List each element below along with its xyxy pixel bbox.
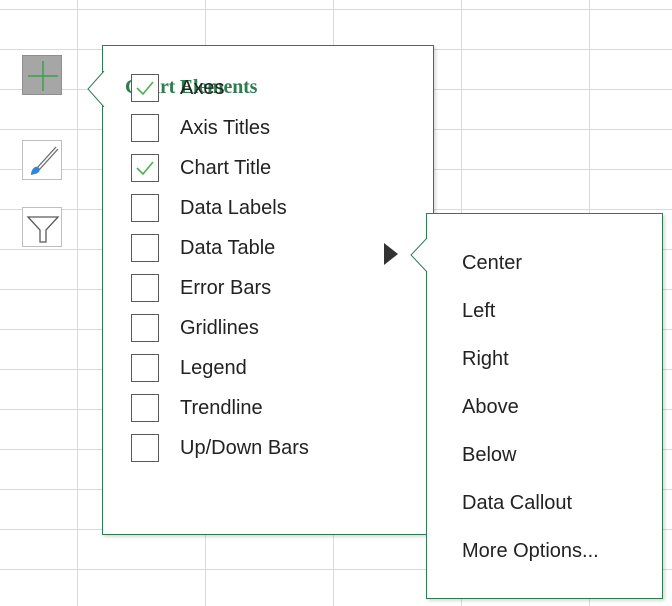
funnel-icon — [26, 216, 60, 243]
checkbox[interactable] — [131, 114, 159, 142]
chart-element-up-down-bars[interactable]: Up/Down Bars — [131, 431, 391, 465]
submenu-arrow-icon[interactable] — [384, 243, 398, 265]
chart-element-label: Data Labels — [180, 196, 287, 219]
chart-elements-flyout: Chart Elements Axes Axis Titles Chart Titl… — [102, 45, 434, 535]
checkbox[interactable] — [131, 234, 159, 262]
checkmark-icon — [136, 81, 154, 96]
checkbox[interactable] — [131, 354, 159, 382]
submenu-item-below[interactable]: Below — [462, 443, 516, 467]
chart-element-label: Axes — [180, 76, 225, 99]
chart-element-data-labels[interactable]: Data Labels — [131, 191, 391, 225]
chart-element-label: Data Table — [180, 236, 276, 259]
chart-element-chart-title[interactable]: Chart Title — [131, 151, 391, 185]
chart-element-label: Chart Title — [180, 156, 272, 179]
chart-element-label: Trendline — [180, 396, 263, 419]
submenu-item-above[interactable]: Above — [462, 395, 519, 419]
checkbox[interactable] — [131, 74, 159, 102]
chart-styles-button[interactable] — [22, 140, 62, 180]
submenu-item-left[interactable]: Left — [462, 299, 495, 323]
submenu-item-more-options[interactable]: More Options... — [462, 539, 599, 563]
flyout-pointer — [87, 71, 105, 107]
chart-element-gridlines[interactable]: Gridlines — [131, 311, 391, 345]
checkbox[interactable] — [131, 274, 159, 302]
chart-filters-button[interactable] — [22, 207, 62, 247]
chart-element-label: Axis Titles — [180, 116, 271, 139]
paintbrush-icon — [31, 146, 59, 175]
chart-element-label: Up/Down Bars — [180, 436, 309, 459]
chart-elements-button[interactable] — [22, 55, 62, 95]
chart-element-legend[interactable]: Legend — [131, 351, 391, 385]
chart-element-label: Legend — [180, 356, 247, 379]
checkmark-icon — [136, 161, 154, 176]
checkbox[interactable] — [131, 194, 159, 222]
checkbox[interactable] — [131, 314, 159, 342]
chart-element-trendline[interactable]: Trendline — [131, 391, 391, 425]
data-labels-submenu: Center Left Right Above Below Data Callout Mor… — [426, 213, 663, 599]
chart-element-label: Gridlines — [180, 316, 259, 339]
checkbox[interactable] — [131, 394, 159, 422]
chart-element-axes[interactable]: Axes — [131, 71, 391, 105]
chart-element-label: Error Bars — [180, 276, 272, 299]
submenu-item-right[interactable]: Right — [462, 347, 509, 371]
submenu-item-center[interactable]: Center — [462, 251, 522, 275]
checkbox[interactable] — [131, 154, 159, 182]
plus-icon — [28, 61, 58, 91]
submenu-item-data-callout[interactable]: Data Callout — [462, 491, 572, 515]
chart-element-axis-titles[interactable]: Axis Titles — [131, 111, 391, 145]
chart-element-error-bars[interactable]: Error Bars — [131, 271, 391, 305]
submenu-pointer — [410, 238, 428, 272]
chart-element-data-table[interactable]: Data Table — [131, 231, 391, 265]
checkbox[interactable] — [131, 434, 159, 462]
